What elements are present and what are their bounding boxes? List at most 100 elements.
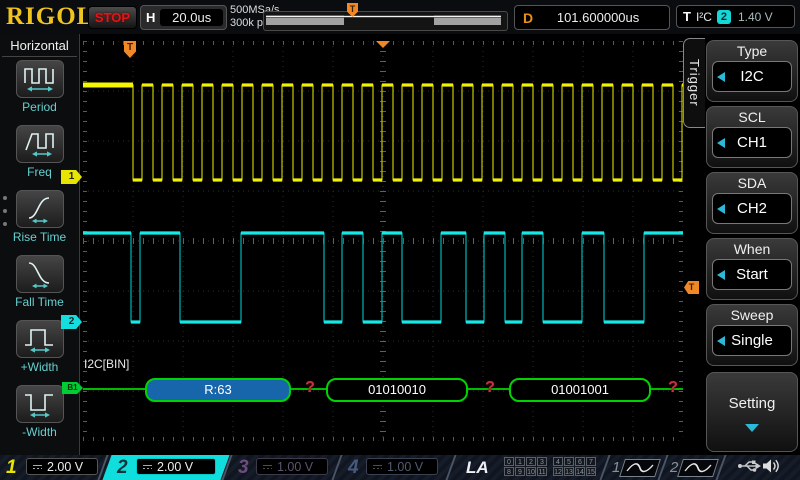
waveform-display: I2C[BIN] R:63 01010010 01001001 ? ? ? [83,41,683,441]
la-label[interactable]: LA [466,455,489,480]
plus-width-icon [16,320,64,358]
menu-item-value: I2C [712,61,792,92]
trigger-label: T [683,9,691,24]
digital-ch: 9 [515,467,525,476]
ch3-number[interactable]: 3 [238,455,249,480]
digital-ch: 12 [553,467,563,476]
ch2-number[interactable]: 2 [117,455,128,480]
trigger-level-marker[interactable]: T [684,281,699,294]
left-menu-item-label: -Width [22,425,57,439]
dc-coupling-icon [33,465,42,469]
trigger-menu-item-setting[interactable]: Setting [706,372,798,452]
ch1-number[interactable]: 1 [6,455,17,480]
i2c-decode-frame-data: 01010010 [326,378,468,402]
trigger-menu-tab[interactable]: Trigger [683,38,705,128]
trigger-menu-item-scl[interactable]: SCL CH1 [706,106,798,168]
left-menu-title: Horizontal [2,34,77,57]
menu-item-value: Single [712,325,792,356]
left-arrow-icon [717,336,725,346]
trigger-status-block[interactable]: T I²C 2 1.40 V [676,5,795,28]
freq-icon [16,125,64,163]
left-menu-item-label: Period [22,100,57,114]
gen2-waveform-icon[interactable] [677,459,719,477]
timebase-value: 20.0us [160,9,223,26]
ch2-scale[interactable]: 2.00 V [136,458,216,475]
digital-ch: 15 [586,467,596,476]
speaker-icon [762,458,782,479]
chevron-down-icon [745,424,759,432]
digital-ch: 3 [537,457,547,466]
gen1-waveform-icon[interactable] [619,459,661,477]
timebase-block[interactable]: H 20.0us [140,5,227,30]
menu-item-value: Start [712,259,792,290]
digital-ch: 5 [564,457,574,466]
period-icon [16,60,64,98]
delay-label: D [515,10,541,26]
menu-item-label: SCL [707,107,797,125]
trigger-source-badge: 2 [717,10,731,24]
top-status-bar: RIGOL STOP H 20.0us 500MSa/s 300k pts T … [0,0,800,34]
usb-icon [737,458,761,479]
digital-ch: 11 [537,467,547,476]
trigger-menu-item-sweep[interactable]: Sweep Single [706,304,798,366]
rigol-logo: RIGOL [6,3,94,31]
trigger-menu-item-type[interactable]: Type I2C [706,40,798,102]
i2c-decode-frame-address: R:63 [145,378,291,402]
decode-unknown-marker: ? [485,379,495,397]
delay-block[interactable]: D 101.600000us [514,5,670,30]
ch4-scale[interactable]: 1.00 V [366,458,438,475]
left-arrow-icon [717,72,725,82]
left-arrow-icon [717,204,725,214]
digital-ch: 0 [504,457,514,466]
dc-coupling-icon [373,465,382,469]
digital-ch: 4 [553,457,563,466]
left-arrow-icon [717,138,725,148]
digital-ch: 8 [504,467,514,476]
rise-time-icon [16,190,64,228]
menu-item-label: Sweep [707,305,797,323]
memory-position-bar [263,11,508,31]
trigger-level-value: 1.40 V [738,10,773,24]
left-menu-item-period[interactable]: Period [0,57,79,122]
ch4-number[interactable]: 4 [348,455,359,480]
run-state-indicator: STOP [88,6,137,29]
decode-bus-label: I2C[BIN] [84,357,129,371]
digital-ch: 6 [575,457,585,466]
left-menu-item-label: +Width [21,360,59,374]
left-menu-item-label: Freq [27,165,52,179]
left-menu-item-fall-time[interactable]: Fall Time [0,252,79,317]
digital-ch: 13 [564,467,574,476]
left-menu-item-label: Rise Time [13,230,66,244]
decode-unknown-marker: ? [668,379,678,397]
menu-item-value: CH2 [712,193,792,224]
fall-time-icon [16,255,64,293]
left-arrow-icon [717,270,725,280]
menu-item-label: When [707,239,797,257]
delay-value: 101.600000us [541,10,669,25]
digital-channel-grid[interactable]: 0 1 2 3 4 5 6 7 8 9 10 11 12 13 14 15 [504,457,599,477]
i2c-decode-frame-data: 01001001 [509,378,651,402]
timebase-label: H [141,10,160,25]
trigger-menu-item-when[interactable]: When Start [706,238,798,300]
oscilloscope-screen: RIGOL STOP H 20.0us 500MSa/s 300k pts T … [0,0,800,480]
trigger-menu-item-sda[interactable]: SDA CH2 [706,172,798,234]
digital-ch: 10 [526,467,536,476]
menu-item-label: Type [707,41,797,59]
ch1-scale[interactable]: 2.00 V [26,458,98,475]
digital-ch: 14 [575,467,585,476]
decode-unknown-marker: ? [305,379,315,397]
dc-coupling-icon [143,465,152,469]
memory-waveform-icon [264,12,505,28]
digital-ch: 2 [526,457,536,466]
left-menu-item-label: Fall Time [15,295,64,309]
left-menu-item-rise-time[interactable]: Rise Time [0,187,79,252]
menu-item-label: SDA [707,173,797,191]
menu-page-dots [3,196,7,226]
digital-ch: 7 [586,457,596,466]
trigger-type: I²C [696,10,712,24]
menu-item-value: CH1 [712,127,792,158]
menu-item-label: Setting [707,373,797,412]
dc-coupling-icon [263,465,272,469]
minus-width-icon [16,385,64,423]
ch3-scale[interactable]: 1.00 V [256,458,328,475]
